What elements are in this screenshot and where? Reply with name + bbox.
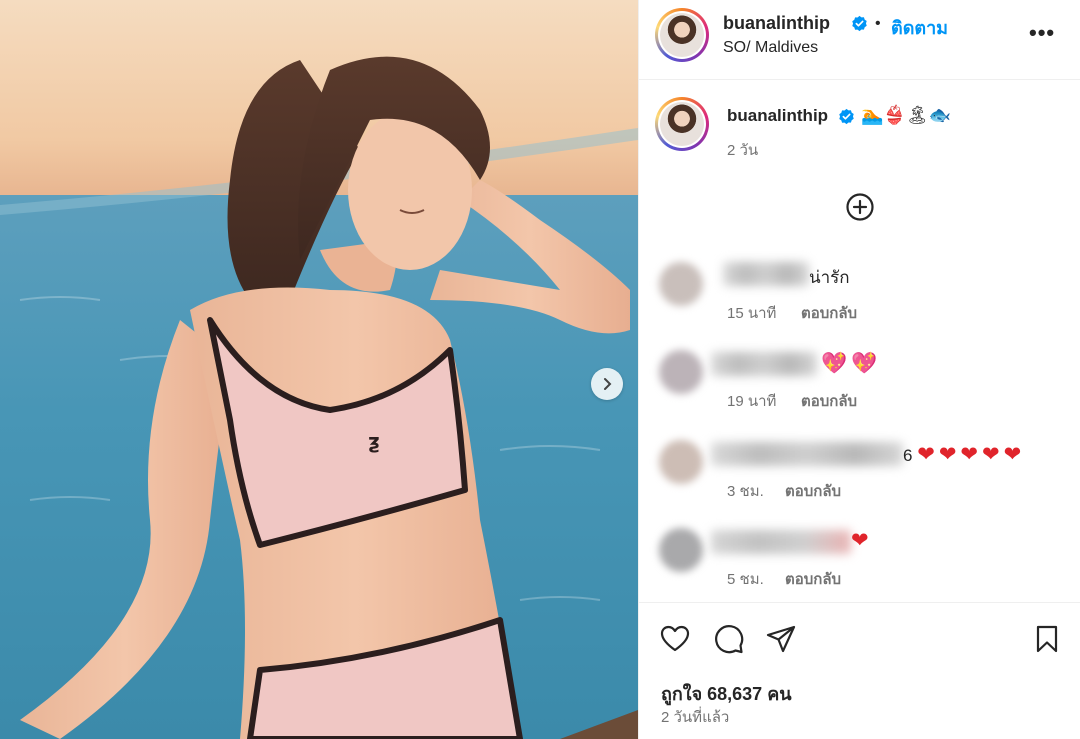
comment-text: 💖 💖 (821, 352, 881, 376)
verified-icon (852, 15, 867, 32)
heart-emoji: ❤ (938, 443, 957, 466)
author-avatar[interactable] (655, 8, 709, 62)
post-header: buanalinthip • ติดตาม SO/ Maldives ••• (639, 0, 1080, 80)
likes-count[interactable]: ถูกใจ 68,637 คน (661, 679, 792, 708)
more-options-button[interactable]: ••• (1029, 20, 1055, 46)
comment-username-blurred[interactable] (711, 352, 817, 376)
comment-avatar[interactable] (659, 350, 703, 394)
header-username[interactable]: buanalinthip (723, 13, 830, 34)
post-details-panel: buanalinthip • ติดตาม SO/ Maldives ••• b… (638, 0, 1080, 739)
comment-time: 19 นาที (727, 393, 777, 410)
reply-button[interactable]: ตอบกลับ (801, 389, 857, 413)
reply-button[interactable]: ตอบกลับ (801, 301, 857, 325)
caption-avatar[interactable] (655, 97, 709, 151)
comment-username-blurred[interactable] (711, 530, 851, 554)
comment-time: 15 นาที (727, 305, 777, 322)
comment-item: 6 ❤ ❤ ❤ ❤ ❤ 3 ชม. ตอบกลับ (639, 428, 1080, 508)
photo-illustration: ƺ (0, 0, 638, 739)
caption-username[interactable]: buanalinthip (727, 106, 828, 126)
chevron-right-icon (604, 378, 612, 390)
verified-icon (839, 108, 854, 125)
reply-button[interactable]: ตอบกลับ (785, 479, 841, 503)
separator-dot: • (875, 15, 881, 32)
location-link[interactable]: SO/ Maldives (723, 39, 818, 57)
next-photo-button[interactable] (591, 368, 623, 400)
comment-text: ❤ (851, 528, 873, 553)
heart-emoji: ❤ (851, 529, 869, 552)
comment-icon[interactable] (713, 623, 745, 655)
comment-avatar[interactable] (659, 528, 703, 572)
post-actions-footer: ถูกใจ 68,637 คน 2 วันที่แล้ว (639, 602, 1080, 739)
comment-avatar[interactable] (659, 262, 703, 306)
svg-text:ƺ: ƺ (368, 429, 380, 453)
comment-time: 5 ชม. (727, 571, 764, 588)
heart-emoji: ❤ (917, 443, 935, 466)
share-icon[interactable] (765, 623, 797, 655)
caption-time: 2 วัน (727, 142, 759, 159)
comment-item: น่ารัก 15 นาที ตอบกลับ (639, 252, 1080, 332)
heart-emoji: 💖 (821, 352, 848, 375)
comment-item: ❤ 5 ชม. ตอบกลับ (639, 516, 1080, 596)
reply-button[interactable]: ตอบกลับ (785, 567, 841, 591)
heart-emoji: 💖 (851, 352, 878, 375)
comment-username-blurred[interactable] (711, 442, 903, 466)
follow-button[interactable]: ติดตาม (891, 13, 948, 42)
bookmark-icon[interactable] (1031, 623, 1063, 655)
comment-username-blurred[interactable] (723, 262, 809, 286)
comment-avatar[interactable] (659, 440, 703, 484)
heart-emoji: ❤ (1003, 443, 1022, 466)
post-photo: ƺ (0, 0, 638, 739)
comment-text: น่ารัก (809, 268, 850, 287)
posted-time: 2 วันที่แล้ว (661, 709, 730, 726)
heart-emoji: ❤ (960, 443, 979, 466)
caption-text: 🏊👙🏝🐟 (861, 105, 952, 125)
heart-icon[interactable] (659, 623, 691, 655)
comment-text: 6 ❤ ❤ ❤ ❤ ❤ (903, 443, 1022, 466)
comment-item: 💖 💖 19 นาที ตอบกลับ (639, 340, 1080, 420)
add-comment-icon[interactable] (845, 192, 875, 222)
comment-time: 3 ชม. (727, 483, 764, 500)
heart-emoji: ❤ (982, 443, 1000, 466)
